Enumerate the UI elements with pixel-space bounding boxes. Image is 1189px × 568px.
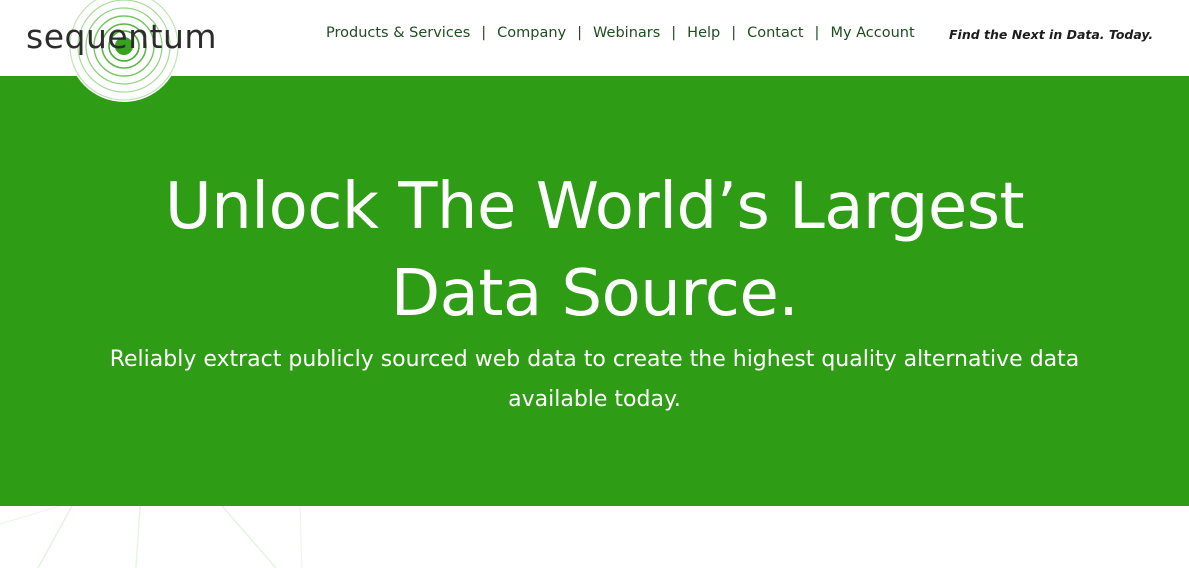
nav-separator: | bbox=[481, 25, 487, 41]
nav-products-services[interactable]: Products & Services bbox=[326, 25, 470, 41]
decorative-lines-icon bbox=[0, 505, 303, 568]
nav-separator: | bbox=[671, 25, 677, 41]
hero-subtitle-line: available today. bbox=[508, 387, 681, 412]
main-nav: Products & Services | Company | Webinars… bbox=[326, 25, 915, 41]
nav-contact[interactable]: Contact bbox=[747, 25, 803, 41]
nav-my-account[interactable]: My Account bbox=[830, 25, 914, 41]
nav-separator: | bbox=[814, 25, 820, 41]
page: Products & Services | Company | Webinars… bbox=[0, 0, 1189, 568]
nav-separator: | bbox=[577, 25, 583, 41]
nav-webinars[interactable]: Webinars bbox=[593, 25, 660, 41]
nav-separator: | bbox=[731, 25, 737, 41]
hero-title-line: Data Source. bbox=[390, 257, 799, 331]
logo-wordmark: sequentum bbox=[26, 17, 218, 56]
hero-title: Unlock The World’s Largest Data Source. bbox=[0, 164, 1189, 338]
hero-title-line: Unlock The World’s Largest bbox=[164, 170, 1025, 244]
hero-subtitle-line: Reliably extract publicly sourced web da… bbox=[109, 347, 1080, 372]
nav-help[interactable]: Help bbox=[687, 25, 720, 41]
below-hero-section bbox=[0, 505, 1189, 568]
sequentum-logo[interactable]: sequentum bbox=[0, 0, 240, 104]
hero-banner: Unlock The World’s Largest Data Source. … bbox=[0, 76, 1189, 506]
tagline: Find the Next in Data. Today. bbox=[949, 27, 1154, 42]
hero-subtitle: Reliably extract publicly sourced web da… bbox=[0, 340, 1189, 420]
nav-company[interactable]: Company bbox=[497, 25, 566, 41]
